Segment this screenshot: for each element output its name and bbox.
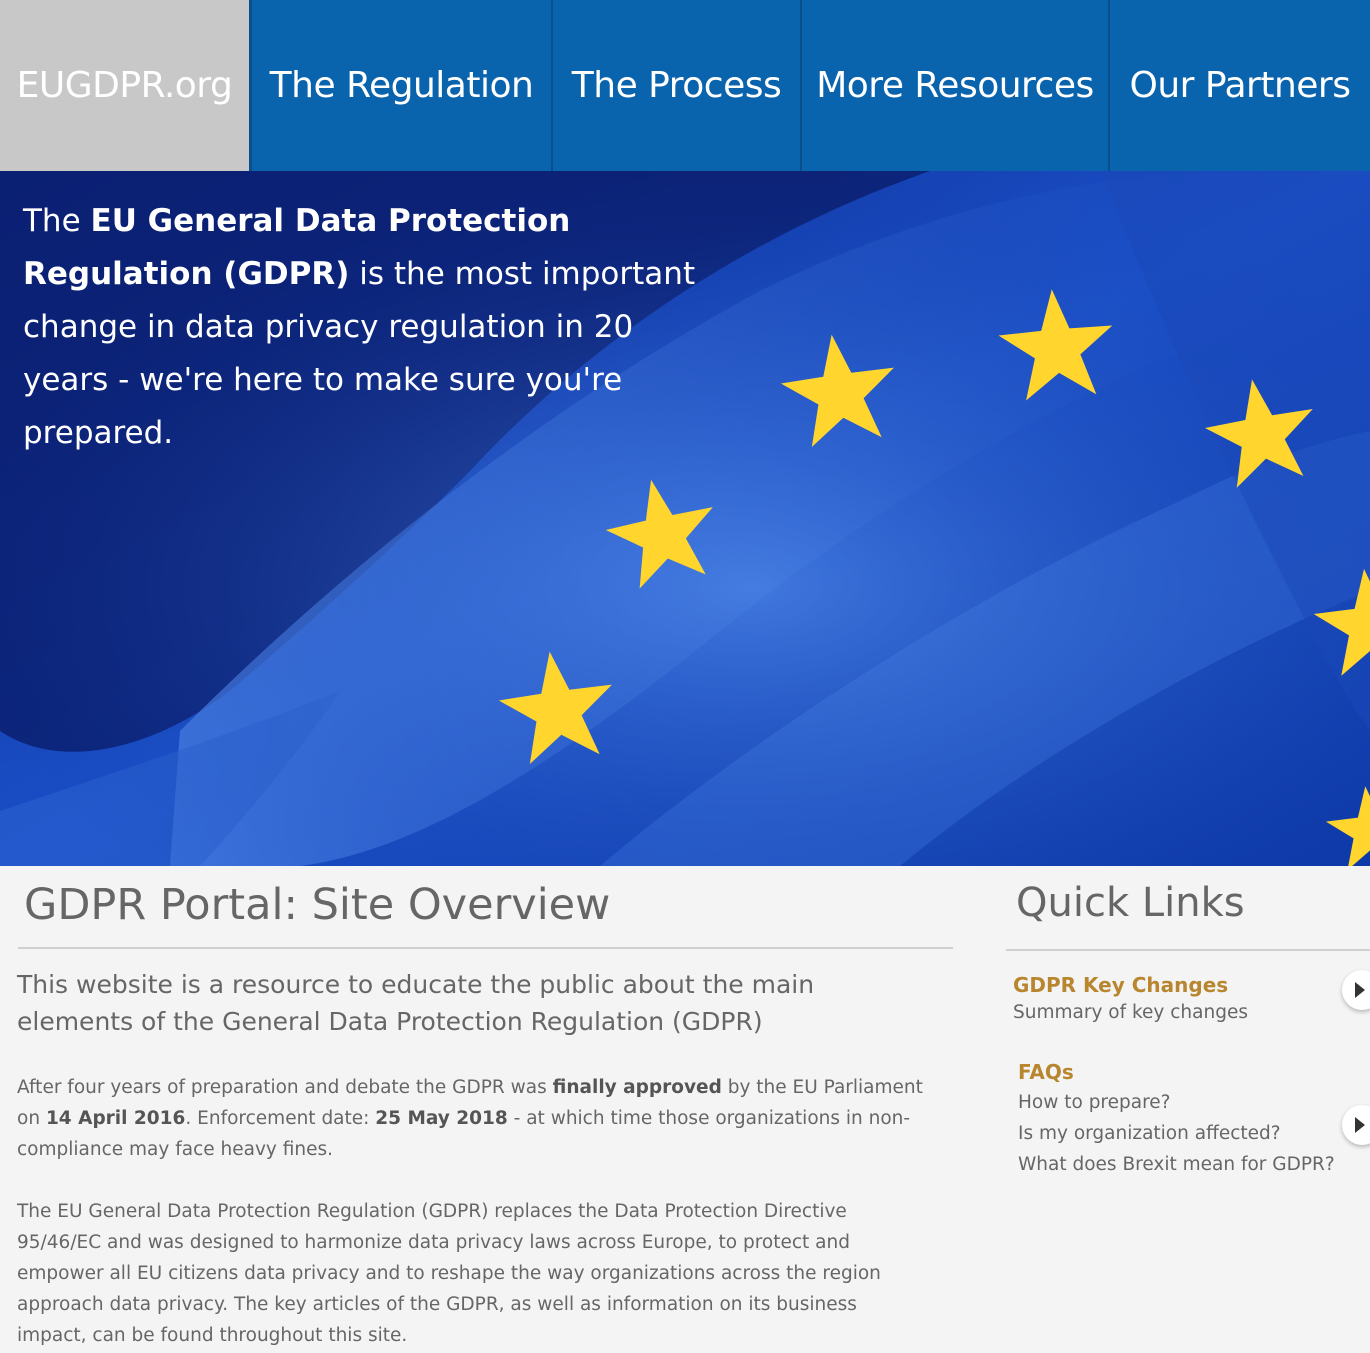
brand-text: EUGDPR.org xyxy=(16,65,233,106)
chevron-right-icon[interactable] xyxy=(1342,970,1370,1010)
nav-item-label: More Resources xyxy=(816,65,1094,106)
hero-text-part: The xyxy=(23,203,91,239)
quick-links-divider xyxy=(1006,949,1370,951)
quick-links-title: Quick Links xyxy=(1016,880,1245,926)
lead-paragraph: This website is a resource to educate th… xyxy=(17,970,815,1036)
text-bold: 14 April 2016 xyxy=(45,1108,186,1129)
quick-link-gdpr-key-changes[interactable]: GDPR Key Changes xyxy=(1013,973,1228,997)
quick-link-brexit[interactable]: What does Brexit mean for GDPR? xyxy=(1018,1154,1335,1175)
text-bold: finally approved xyxy=(552,1077,722,1098)
top-nav: EUGDPR.org The Regulation The Process Mo… xyxy=(0,0,1370,171)
nav-item-more-resources[interactable]: More Resources xyxy=(802,0,1110,171)
main-content: GDPR Portal: Site Overview This website … xyxy=(0,866,1370,1353)
title-divider xyxy=(18,947,953,949)
body-paragraph-1: After four years of preparation and deba… xyxy=(17,1072,927,1165)
quick-link-summary-of-key-changes[interactable]: Summary of key changes xyxy=(1013,1002,1248,1023)
hero-tagline: The EU General Data Protection Regulatio… xyxy=(23,195,703,460)
quick-link-faqs[interactable]: FAQs xyxy=(1018,1060,1074,1084)
nav-item-the-process[interactable]: The Process xyxy=(553,0,802,171)
quick-link-organization-affected[interactable]: Is my organization affected? xyxy=(1018,1123,1281,1144)
nav-item-label: The Regulation xyxy=(269,65,534,106)
nav-item-label: Our Partners xyxy=(1129,65,1352,106)
hero-banner: The EU General Data Protection Regulatio… xyxy=(0,171,1370,866)
page-title: GDPR Portal: Site Overview xyxy=(24,880,611,930)
text-bold: 25 May 2018 xyxy=(375,1108,508,1129)
text: . Enforcement date: xyxy=(185,1108,376,1129)
nav-brand-logo[interactable]: EUGDPR.org xyxy=(0,0,252,171)
nav-item-our-partners[interactable]: Our Partners xyxy=(1110,0,1370,171)
body-paragraph-2: The EU General Data Protection Regulatio… xyxy=(17,1201,881,1346)
quick-link-how-to-prepare[interactable]: How to prepare? xyxy=(1018,1092,1171,1113)
text: After four years of preparation and deba… xyxy=(17,1077,553,1098)
nav-item-the-regulation[interactable]: The Regulation xyxy=(252,0,553,171)
nav-item-label: The Process xyxy=(571,65,782,106)
chevron-right-icon[interactable] xyxy=(1342,1105,1370,1145)
